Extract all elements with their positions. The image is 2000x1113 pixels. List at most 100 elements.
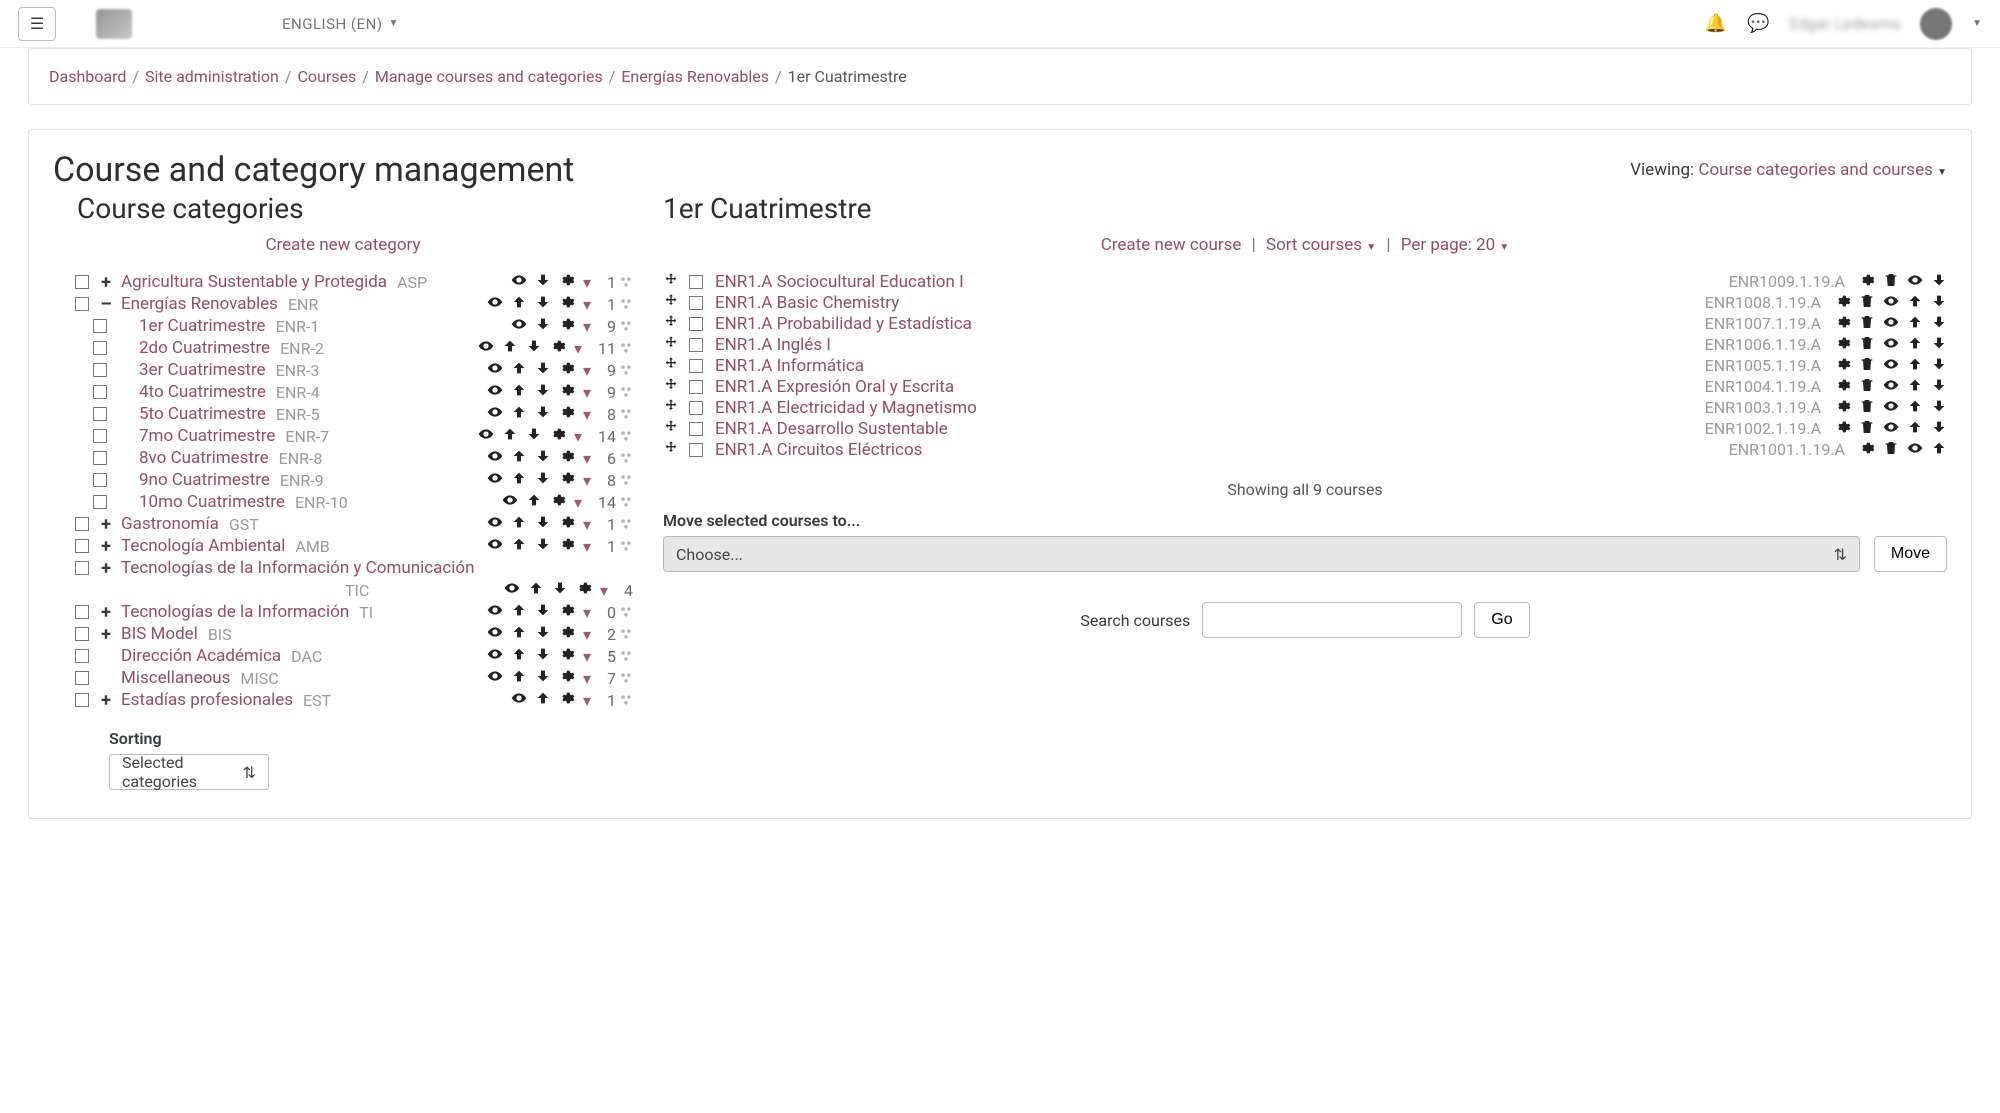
category-name[interactable]: 10mo Cuatrimestre	[139, 492, 285, 512]
menu-icon[interactable]: ▾	[583, 647, 591, 666]
gear-icon[interactable]	[550, 426, 566, 446]
up-icon[interactable]	[1907, 398, 1923, 418]
language-selector[interactable]: ENGLISH (EN) ▼	[282, 15, 399, 33]
course-name[interactable]: ENR1.A Informática	[715, 356, 864, 376]
trash-icon[interactable]	[1859, 356, 1875, 376]
hamburger-button[interactable]: ☰	[18, 7, 56, 41]
trash-icon[interactable]	[1859, 419, 1875, 439]
up-icon[interactable]	[502, 338, 518, 358]
course-name[interactable]: ENR1.A Circuitos Eléctricos	[715, 440, 922, 460]
category-name[interactable]: Energías Renovables	[121, 294, 278, 314]
course-name[interactable]: ENR1.A Inglés I	[715, 335, 831, 355]
trash-icon[interactable]	[1859, 293, 1875, 313]
down-icon[interactable]	[535, 470, 551, 490]
category-name[interactable]: 8vo Cuatrimestre	[139, 448, 269, 468]
up-icon[interactable]	[511, 536, 527, 556]
trash-icon[interactable]	[1859, 398, 1875, 418]
expand-icon[interactable]: +	[97, 272, 115, 293]
down-icon[interactable]	[535, 360, 551, 380]
eye-icon[interactable]	[511, 690, 527, 710]
menu-icon[interactable]: ▾	[583, 295, 591, 314]
eye-icon[interactable]	[1883, 377, 1899, 397]
gear-icon[interactable]	[559, 624, 575, 644]
category-name[interactable]: 7mo Cuatrimestre	[139, 426, 275, 446]
checkbox[interactable]	[689, 443, 703, 457]
move-handle-icon[interactable]	[663, 272, 679, 292]
down-icon[interactable]	[535, 316, 551, 336]
eye-icon[interactable]	[1883, 419, 1899, 439]
checkbox[interactable]	[93, 319, 107, 333]
gear-icon[interactable]	[559, 404, 575, 424]
up-icon[interactable]	[511, 470, 527, 490]
category-name[interactable]: 3er Cuatrimestre	[139, 360, 266, 380]
down-icon[interactable]	[535, 294, 551, 314]
eye-icon[interactable]	[487, 360, 503, 380]
gear-icon[interactable]	[559, 316, 575, 336]
notifications-icon[interactable]: 🔔	[1705, 13, 1727, 34]
gear-icon[interactable]	[559, 602, 575, 622]
gear-icon[interactable]	[559, 536, 575, 556]
checkbox[interactable]	[75, 605, 89, 619]
breadcrumb-item[interactable]: Site administration	[145, 67, 279, 86]
gear-icon[interactable]	[1835, 398, 1851, 418]
eye-icon[interactable]	[478, 426, 494, 446]
down-icon[interactable]	[535, 514, 551, 534]
trash-icon[interactable]	[1859, 314, 1875, 334]
trash-icon[interactable]	[1883, 440, 1899, 460]
checkbox[interactable]	[689, 275, 703, 289]
gear-icon[interactable]	[1859, 440, 1875, 460]
menu-icon[interactable]: ▾	[583, 273, 591, 292]
gear-icon[interactable]	[559, 646, 575, 666]
sort-courses-link[interactable]: Sort courses ▼	[1266, 235, 1376, 255]
gear-icon[interactable]	[559, 514, 575, 534]
up-icon[interactable]	[511, 668, 527, 688]
category-name[interactable]: Tecnologías de la Información y Comunica…	[121, 558, 475, 578]
gear-icon[interactable]	[559, 668, 575, 688]
course-name[interactable]: ENR1.A Probabilidad y Estadística	[715, 314, 972, 334]
messages-icon[interactable]: 💬	[1747, 13, 1769, 34]
gear-icon[interactable]	[1835, 314, 1851, 334]
trash-icon[interactable]	[1859, 335, 1875, 355]
eye-icon[interactable]	[502, 492, 518, 512]
menu-icon[interactable]: ▾	[583, 603, 591, 622]
checkbox[interactable]	[75, 297, 89, 311]
sorting-select[interactable]: Selected categories ⇅	[109, 754, 269, 790]
course-name[interactable]: ENR1.A Desarrollo Sustentable	[715, 419, 948, 439]
viewing-selector[interactable]: Viewing: Course categories and courses ▼	[1630, 160, 1947, 180]
move-handle-icon[interactable]	[663, 398, 679, 418]
course-name[interactable]: ENR1.A Electricidad y Magnetismo	[715, 398, 977, 418]
gear-icon[interactable]	[1835, 335, 1851, 355]
gear-icon[interactable]	[559, 448, 575, 468]
breadcrumb-item[interactable]: Dashboard	[49, 67, 126, 86]
trash-icon[interactable]	[1883, 272, 1899, 292]
expand-icon[interactable]: +	[97, 690, 115, 711]
up-icon[interactable]	[511, 404, 527, 424]
down-icon[interactable]	[1931, 293, 1947, 313]
search-button[interactable]: Go	[1474, 602, 1529, 638]
trash-icon[interactable]	[1859, 377, 1875, 397]
eye-icon[interactable]	[1883, 314, 1899, 334]
category-name[interactable]: Gastronomía	[121, 514, 219, 534]
gear-icon[interactable]	[559, 294, 575, 314]
gear-icon[interactable]	[1835, 377, 1851, 397]
up-icon[interactable]	[526, 492, 542, 512]
up-icon[interactable]	[511, 646, 527, 666]
up-icon[interactable]	[1907, 419, 1923, 439]
breadcrumb-item[interactable]: Manage courses and categories	[375, 67, 603, 86]
up-icon[interactable]	[502, 426, 518, 446]
eye-icon[interactable]	[487, 470, 503, 490]
down-icon[interactable]	[1931, 314, 1947, 334]
create-course-link[interactable]: Create new course	[1101, 235, 1242, 255]
eye-icon[interactable]	[504, 580, 520, 600]
checkbox[interactable]	[75, 649, 89, 663]
menu-icon[interactable]: ▾	[583, 361, 591, 380]
down-icon[interactable]	[535, 382, 551, 402]
menu-icon[interactable]: ▾	[583, 383, 591, 402]
down-icon[interactable]	[1931, 335, 1947, 355]
menu-icon[interactable]: ▾	[583, 691, 591, 710]
checkbox[interactable]	[75, 627, 89, 641]
menu-icon[interactable]: ▾	[600, 581, 608, 600]
expand-icon[interactable]: +	[97, 558, 115, 579]
category-name[interactable]: 2do Cuatrimestre	[139, 338, 270, 358]
down-icon[interactable]	[535, 448, 551, 468]
